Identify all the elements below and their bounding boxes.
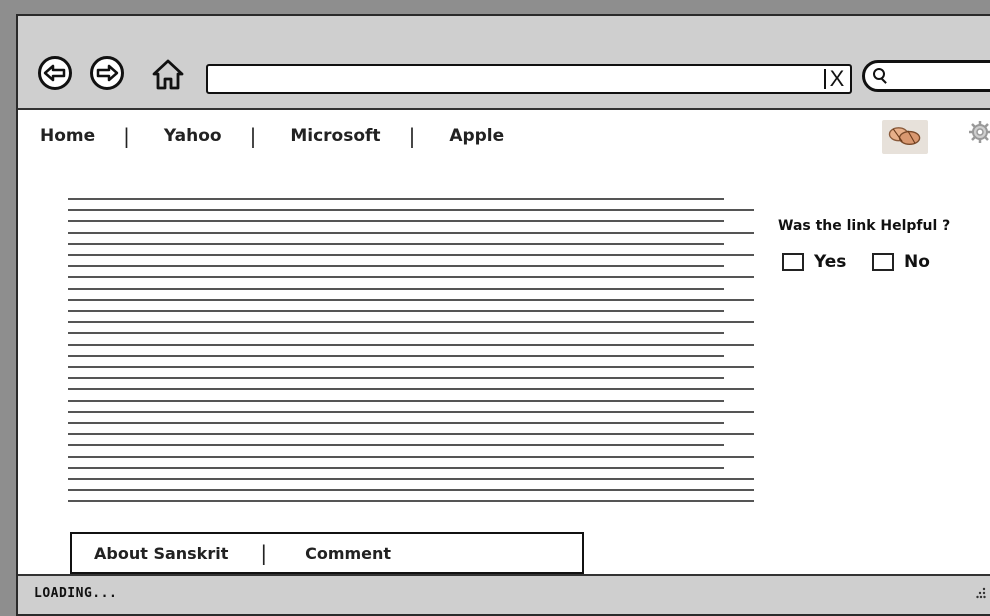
nav-link-apple[interactable]: Apple bbox=[449, 126, 504, 146]
search-input[interactable] bbox=[862, 60, 990, 92]
search-icon bbox=[873, 68, 885, 80]
handshake-icon bbox=[888, 127, 921, 145]
paragraph-line bbox=[68, 231, 754, 234]
browser-toolbar: X bbox=[18, 16, 990, 110]
yes-checkbox[interactable] bbox=[782, 253, 804, 271]
paragraph-line bbox=[68, 433, 754, 436]
nav-links: Home | Yahoo | Microsoft | Apple bbox=[40, 124, 504, 148]
nav-separator: | bbox=[249, 124, 257, 148]
paragraph-line bbox=[68, 242, 724, 245]
paragraph-line bbox=[68, 455, 754, 458]
home-icon bbox=[152, 59, 184, 90]
url-input[interactable] bbox=[206, 64, 852, 94]
paragraph-line bbox=[68, 343, 754, 346]
paragraph-line bbox=[68, 377, 724, 380]
paragraph-line bbox=[68, 410, 754, 413]
paragraph-line bbox=[68, 254, 754, 256]
nav-link-microsoft[interactable]: Microsoft bbox=[290, 126, 380, 146]
url-clear-glyph: X bbox=[829, 66, 845, 91]
back-icon bbox=[43, 64, 66, 82]
settings-button[interactable] bbox=[968, 120, 990, 144]
paragraph-line bbox=[68, 478, 754, 480]
footer-link-about[interactable]: About Sanskrit bbox=[94, 544, 228, 563]
paragraph-line bbox=[68, 422, 724, 424]
paragraph-line bbox=[68, 198, 724, 200]
nav-link-home[interactable]: Home bbox=[40, 126, 95, 146]
home-button[interactable] bbox=[150, 56, 186, 92]
yes-label: Yes bbox=[814, 252, 847, 272]
footer-separator: | bbox=[260, 541, 268, 565]
paragraph-line bbox=[68, 354, 724, 357]
content-paragraph bbox=[68, 198, 758, 514]
paragraph-line bbox=[68, 310, 724, 312]
forward-button[interactable] bbox=[90, 56, 124, 90]
paragraph-line bbox=[68, 321, 754, 324]
nav-separator: | bbox=[408, 124, 416, 148]
screen-frame: X Home | Yahoo | Microsoft | Apple Was t… bbox=[0, 0, 990, 616]
back-button[interactable] bbox=[38, 56, 72, 90]
status-bar: LOADING... bbox=[18, 574, 990, 614]
status-text: LOADING... bbox=[34, 586, 118, 601]
paragraph-line bbox=[68, 209, 754, 212]
paragraph-line bbox=[68, 287, 724, 290]
paragraph-line bbox=[68, 332, 724, 335]
footer-link-comment[interactable]: Comment bbox=[305, 544, 391, 563]
feedback-option-no[interactable]: No bbox=[872, 252, 930, 272]
paragraph-line bbox=[68, 298, 754, 301]
cursor-bar bbox=[823, 69, 826, 89]
paragraph-line bbox=[68, 366, 754, 368]
nav-separator: | bbox=[123, 124, 130, 148]
forward-icon bbox=[96, 64, 119, 82]
browser-window: X Home | Yahoo | Microsoft | Apple Was t… bbox=[16, 14, 990, 616]
paragraph-line bbox=[68, 265, 724, 268]
paragraph-line bbox=[68, 444, 724, 447]
footer-links: About Sanskrit | Comment bbox=[70, 532, 584, 574]
gear-icon bbox=[969, 121, 990, 143]
paragraph-line bbox=[68, 466, 724, 469]
url-clear-button[interactable]: X bbox=[816, 64, 852, 94]
paragraph-line bbox=[68, 500, 754, 503]
paragraph-line bbox=[68, 220, 724, 223]
no-label: No bbox=[904, 252, 930, 272]
resize-grip-icon[interactable] bbox=[976, 586, 986, 600]
feedback-option-yes[interactable]: Yes bbox=[782, 252, 846, 272]
paragraph-line bbox=[68, 489, 754, 492]
feedback-question: Was the link Helpful ? bbox=[778, 218, 951, 234]
handshake-image bbox=[882, 120, 928, 154]
no-checkbox[interactable] bbox=[872, 253, 894, 271]
paragraph-line bbox=[68, 399, 724, 402]
nav-link-yahoo[interactable]: Yahoo bbox=[164, 126, 222, 146]
paragraph-line bbox=[68, 388, 754, 391]
paragraph-line bbox=[68, 276, 754, 279]
